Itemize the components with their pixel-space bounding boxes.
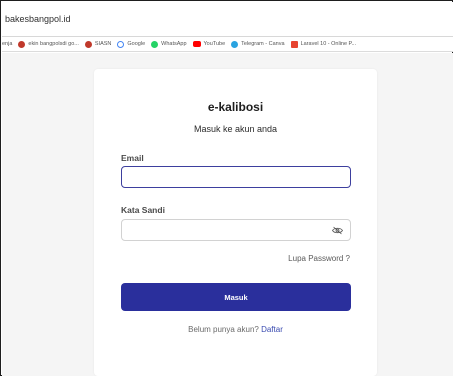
bookmark-item[interactable]: Laravel 10 - Online P... <box>290 40 357 48</box>
register-prompt: Belum punya akun? Daftar <box>94 325 377 334</box>
address-bar[interactable]: bakesbangpol.id <box>2 2 453 37</box>
address-url[interactable]: bakesbangpol.id <box>5 14 71 24</box>
bookmark-item[interactable]: Google <box>117 40 146 48</box>
login-button[interactable]: Masuk <box>121 283 351 311</box>
bookmark-label: enja <box>2 41 13 47</box>
register-prompt-text: Belum punya akun? <box>188 325 259 334</box>
forgot-password-link[interactable]: Lupa Password ? <box>288 254 350 263</box>
bookmarks-bar: enja ekin bangpolsdi go... SIASN Google … <box>2 37 453 52</box>
whatsapp-icon <box>151 40 159 48</box>
bookmark-label: ekin bangpolsdi go... <box>28 41 79 47</box>
bookmark-label: Telegram - Canva <box>241 41 285 47</box>
bookmark-item[interactable]: enja <box>2 41 12 47</box>
email-field[interactable] <box>121 166 351 188</box>
eye-off-icon[interactable] <box>332 226 343 235</box>
bookmark-label: Google <box>127 41 146 47</box>
telegram-icon <box>231 40 239 48</box>
bookmark-item[interactable]: ekin bangpolsdi go... <box>18 40 79 48</box>
bookmark-label: YouTube <box>203 41 226 47</box>
password-field[interactable] <box>121 219 351 241</box>
app-icon <box>18 40 26 48</box>
bookmark-item[interactable]: YouTube <box>192 41 226 47</box>
login-card: e-kalibosi Masuk ke akun anda Email Kata… <box>94 69 377 376</box>
laravel-icon <box>290 40 298 48</box>
app-title: e-kalibosi <box>207 100 264 114</box>
login-subtitle: Masuk ke akun anda <box>193 124 278 134</box>
email-label: Email <box>121 153 144 163</box>
bookmark-item[interactable]: Telegram - Canva <box>231 40 285 48</box>
browser-window: bakesbangpol.id enja ekin bangpolsdi go.… <box>0 0 453 376</box>
password-label: Kata Sandi <box>121 205 165 215</box>
page-content: e-kalibosi Masuk ke akun anda Email Kata… <box>2 53 453 376</box>
youtube-icon <box>192 41 201 47</box>
bookmark-label: Laravel 10 - Online P... <box>300 41 357 47</box>
bookmark-label: WhatsApp <box>161 41 187 47</box>
bookmark-label: SIASN <box>94 41 112 47</box>
bookmark-item[interactable]: SIASN <box>84 40 112 48</box>
google-icon <box>117 40 125 48</box>
register-link[interactable]: Daftar <box>261 325 283 334</box>
app-icon <box>84 40 92 48</box>
bookmark-item[interactable]: WhatsApp <box>151 40 187 48</box>
